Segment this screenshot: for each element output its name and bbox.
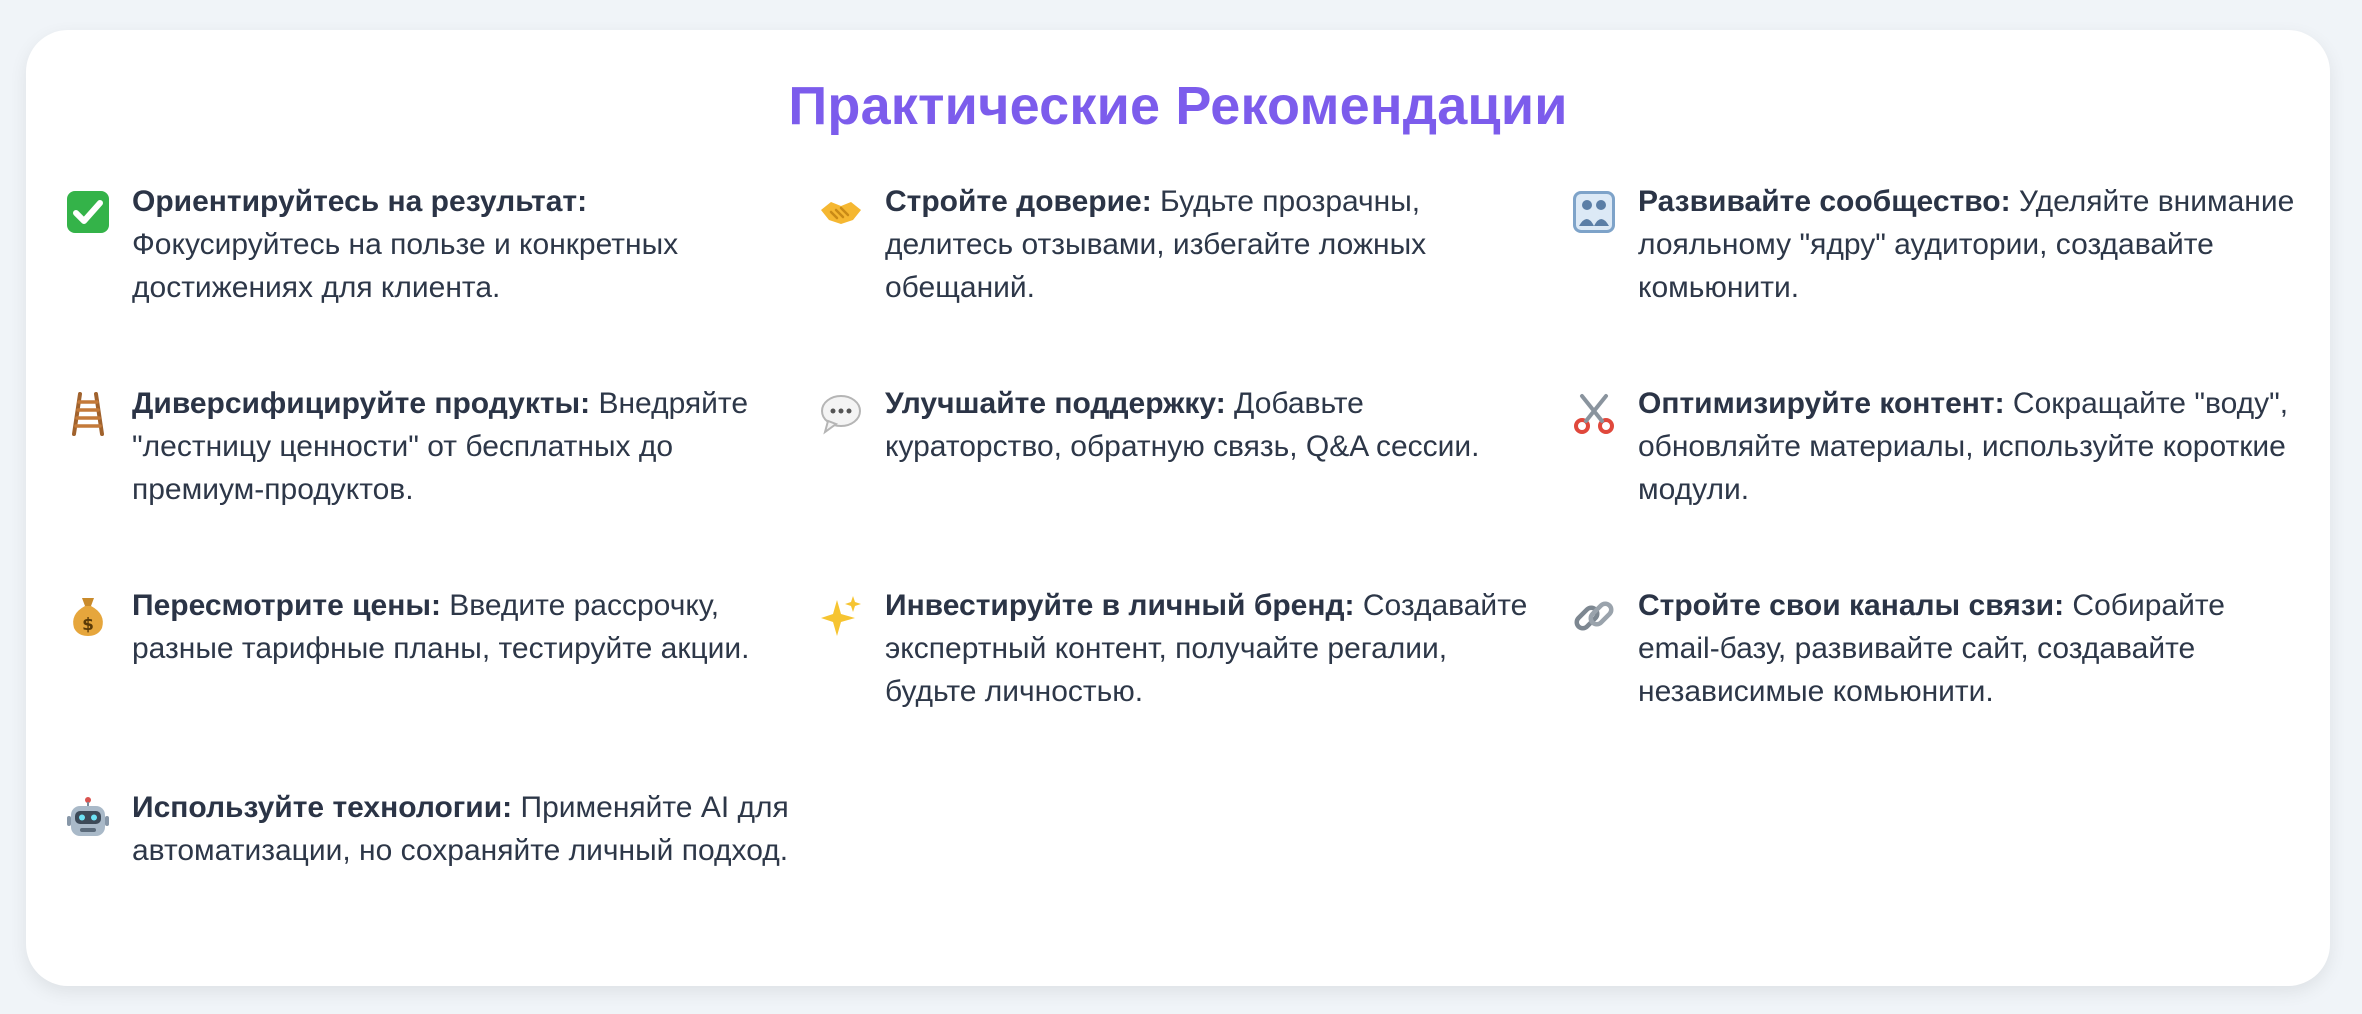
- sparkles-icon: [819, 592, 885, 640]
- list-item-title: Развивайте сообщество:: [1638, 185, 2011, 218]
- list-item-title: Инвестируйте в личный бренд:: [885, 589, 1355, 622]
- list-item: Инвестируйте в личный бренд: Создавайте …: [819, 584, 1572, 786]
- community-icon: [1572, 188, 1638, 236]
- recommendations-grid: Ориентируйтесь на результат: Фокусируйте…: [66, 180, 2306, 988]
- svg-text:$: $: [82, 615, 94, 635]
- list-item-text: Используйте технологии: Применяйте AI дл…: [132, 786, 792, 872]
- handshake-icon: [819, 188, 885, 236]
- list-item-text: Диверсифицируйте продукты: Внедряйте "ле…: [132, 382, 792, 511]
- list-item: Ориентируйтесь на результат: Фокусируйте…: [66, 180, 819, 382]
- list-item-title: Стройте доверие:: [885, 185, 1152, 218]
- list-item: $ Пересмотрите цены: Введите рассрочку, …: [66, 584, 819, 786]
- money-bag-icon: $: [66, 592, 132, 640]
- list-item-text: Улучшайте поддержку: Добавьте кураторств…: [885, 382, 1545, 468]
- list-item-title: Используйте технологии:: [132, 791, 513, 824]
- list-item-title: Ориентируйтесь на результат:: [132, 185, 588, 218]
- list-item: Используйте технологии: Применяйте AI дл…: [66, 786, 819, 988]
- list-item-description: Фокусируйтесь на пользе и конкретных дос…: [132, 228, 679, 304]
- list-item-title: Диверсифицируйте продукты:: [132, 387, 591, 420]
- scissors-icon: [1572, 390, 1638, 438]
- list-item: Улучшайте поддержку: Добавьте кураторств…: [819, 382, 1572, 584]
- list-item-text: Пересмотрите цены: Введите рассрочку, ра…: [132, 584, 792, 670]
- list-item-title: Улучшайте поддержку:: [885, 387, 1226, 420]
- list-item: Стройте свои каналы связи: Собирайте ema…: [1572, 584, 2306, 786]
- speech-bubble-icon: [819, 390, 885, 438]
- list-item-text: Развивайте сообщество: Уделяйте внимание…: [1638, 180, 2298, 309]
- list-item: Оптимизируйте контент: Сокращайте "воду"…: [1572, 382, 2306, 584]
- list-item-text: Стройте свои каналы связи: Собирайте ema…: [1638, 584, 2298, 713]
- recommendations-card: Практические Рекомендации Ориентируйтесь…: [26, 30, 2330, 986]
- list-item: Диверсифицируйте продукты: Внедряйте "ле…: [66, 382, 819, 584]
- list-item-title: Оптимизируйте контент:: [1638, 387, 2005, 420]
- list-item: Стройте доверие: Будьте прозрачны, делит…: [819, 180, 1572, 382]
- list-item-text: Стройте доверие: Будьте прозрачны, делит…: [885, 180, 1545, 309]
- check-mark-icon: [66, 188, 132, 236]
- robot-icon: [66, 794, 132, 842]
- list-item-text: Оптимизируйте контент: Сокращайте "воду"…: [1638, 382, 2298, 511]
- list-item: Развивайте сообщество: Уделяйте внимание…: [1572, 180, 2306, 382]
- list-item-title: Стройте свои каналы связи:: [1638, 589, 2065, 622]
- list-item-text: Инвестируйте в личный бренд: Создавайте …: [885, 584, 1545, 713]
- page-title: Практические Рекомендации: [788, 76, 1568, 136]
- link-icon: [1572, 592, 1638, 640]
- ladder-icon: [66, 390, 132, 438]
- list-item-title: Пересмотрите цены:: [132, 589, 441, 622]
- list-item-text: Ориентируйтесь на результат: Фокусируйте…: [132, 180, 792, 309]
